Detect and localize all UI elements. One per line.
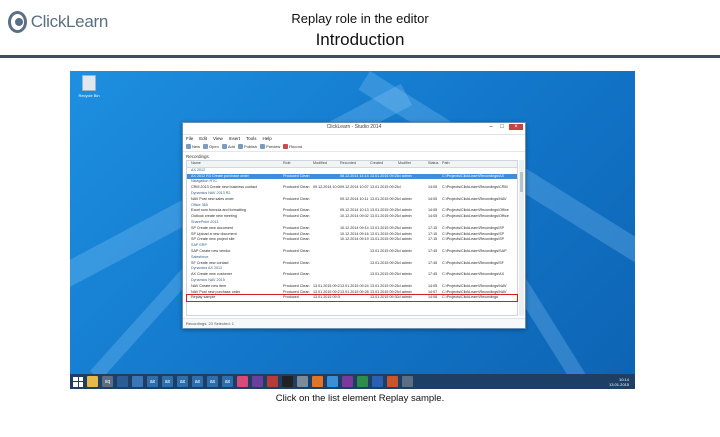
- minimize-icon[interactable]: –: [487, 124, 495, 130]
- paint-icon[interactable]: [237, 376, 248, 387]
- column-header-path[interactable]: Path: [442, 161, 517, 167]
- window-controls: – □ ×: [487, 124, 523, 130]
- table-cell: cl admin: [398, 295, 412, 300]
- menu-insert[interactable]: Insert: [229, 136, 240, 141]
- slide-subtitle: Introduction: [315, 30, 405, 49]
- table-cell: Replay sample: [191, 295, 216, 300]
- taskbar: sq ax ax ax ax ax ax 10:14 13.01.2015: [70, 374, 635, 389]
- desktop-screenshot: Recycle Bin ClickLearn - Studio 2014 – □…: [70, 71, 635, 389]
- menu-help[interactable]: Help: [263, 136, 272, 141]
- command-prompt-icon[interactable]: [282, 376, 293, 387]
- toolbar: New Open Add Publish Preview Record: [183, 142, 525, 152]
- dynamics-ax-icon[interactable]: ax: [207, 376, 218, 387]
- tools-icon[interactable]: [297, 376, 308, 387]
- menu-edit[interactable]: Edit: [199, 136, 207, 141]
- network-icon[interactable]: [267, 376, 278, 387]
- toolbar-new-button[interactable]: New: [186, 144, 200, 149]
- dynamics-ax-icon[interactable]: ax: [162, 376, 173, 387]
- scrollbar-thumb[interactable]: [520, 172, 523, 192]
- dynamics-icon[interactable]: [117, 376, 128, 387]
- dynamics-ax-icon[interactable]: ax: [147, 376, 158, 387]
- clicklearn-icon[interactable]: [402, 376, 413, 387]
- preview-icon: [260, 144, 266, 149]
- menu-file[interactable]: File: [186, 136, 193, 141]
- window-title: ClickLearn - Studio 2014: [326, 124, 382, 130]
- table-cell: 13.01.2015 09:30: [313, 295, 340, 300]
- word-icon[interactable]: [372, 376, 383, 387]
- menu-bar: File Edit View Insert Tools Help: [183, 135, 525, 142]
- toolbar-record-button[interactable]: Record: [283, 144, 302, 149]
- recycle-bin[interactable]: Recycle Bin: [78, 75, 100, 98]
- new-icon: [186, 144, 191, 149]
- table-cell: Produced: [283, 295, 299, 300]
- dynamics-ax-icon[interactable]: ax: [222, 376, 233, 387]
- table-cell: 13.01.2015 09:30: [370, 295, 398, 300]
- start-button[interactable]: [73, 376, 83, 387]
- header-rule: [0, 55, 720, 58]
- app-window: ClickLearn - Studio 2014 – □ × File Edit…: [182, 122, 526, 329]
- slide-title: Replay role in the editor: [291, 11, 429, 26]
- file-explorer-icon[interactable]: [87, 376, 98, 387]
- toolbar-record-label: Record: [289, 144, 303, 149]
- toolbar-new-label: New: [192, 144, 201, 149]
- column-header-role[interactable]: Role: [283, 161, 313, 167]
- column-header-modified[interactable]: Modified: [313, 161, 340, 167]
- visual-studio-icon[interactable]: [252, 376, 263, 387]
- toolbar-publish-button[interactable]: Publish: [237, 144, 258, 149]
- onenote-icon[interactable]: [342, 376, 353, 387]
- powerpoint-icon[interactable]: [387, 376, 398, 387]
- toolbar-preview-label: Preview: [266, 144, 281, 149]
- clock-date: 13.01.2015: [608, 381, 629, 387]
- status-bar: Recordings: 23 Selected: 1: [183, 318, 525, 328]
- table-cell: C:\Projects\ClickLearn\Recordings: [442, 295, 499, 300]
- sql-icon[interactable]: sq: [102, 376, 113, 387]
- column-header-status[interactable]: Status: [428, 161, 442, 167]
- toolbar-publish-label: Publish: [243, 144, 258, 149]
- record-icon: [283, 144, 289, 149]
- replay-sample-row[interactable]: Replay sample Produced 13.01.2015 09:30 13.…: [186, 294, 518, 303]
- grid-header: Name Role Modified Recorded Created Modi…: [187, 161, 517, 168]
- excel-icon[interactable]: [357, 376, 368, 387]
- firefox-icon[interactable]: [312, 376, 323, 387]
- menu-tools[interactable]: Tools: [246, 136, 257, 141]
- column-header-created[interactable]: Created: [370, 161, 398, 167]
- column-header-modifier[interactable]: Modifier: [398, 161, 428, 167]
- recordings-grid: Name Role Modified Recorded Created Modi…: [186, 160, 518, 316]
- recycle-bin-icon: [82, 75, 96, 91]
- recycle-bin-label: Recycle Bin: [78, 93, 100, 98]
- dynamics-ax-icon[interactable]: ax: [177, 376, 188, 387]
- table-cell: 14:08: [428, 295, 438, 300]
- close-icon[interactable]: ×: [509, 124, 523, 130]
- dynamics-ax-icon[interactable]: ax: [192, 376, 203, 387]
- menu-view[interactable]: View: [213, 136, 223, 141]
- publish-icon: [237, 144, 243, 149]
- column-header-recorded[interactable]: Recorded: [340, 161, 370, 167]
- add-icon: [221, 144, 227, 149]
- open-icon: [203, 144, 209, 149]
- column-header-name[interactable]: Name: [187, 161, 283, 167]
- browser-icon[interactable]: [327, 376, 338, 387]
- maximize-icon[interactable]: □: [498, 124, 506, 130]
- window-titlebar: ClickLearn - Studio 2014 – □ ×: [183, 123, 525, 135]
- toolbar-add-button[interactable]: Add: [221, 144, 235, 149]
- caption: Click on the list element Replay sample.: [275, 393, 445, 404]
- people-icon[interactable]: [132, 376, 143, 387]
- vertical-scrollbar[interactable]: [519, 160, 524, 316]
- table-cell: [340, 295, 370, 301]
- toolbar-add-label: Add: [227, 144, 235, 149]
- toolbar-open-button[interactable]: Open: [203, 144, 219, 149]
- toolbar-preview-button[interactable]: Preview: [260, 144, 280, 149]
- toolbar-open-label: Open: [209, 144, 219, 149]
- system-clock[interactable]: 10:14 13.01.2015: [609, 377, 635, 387]
